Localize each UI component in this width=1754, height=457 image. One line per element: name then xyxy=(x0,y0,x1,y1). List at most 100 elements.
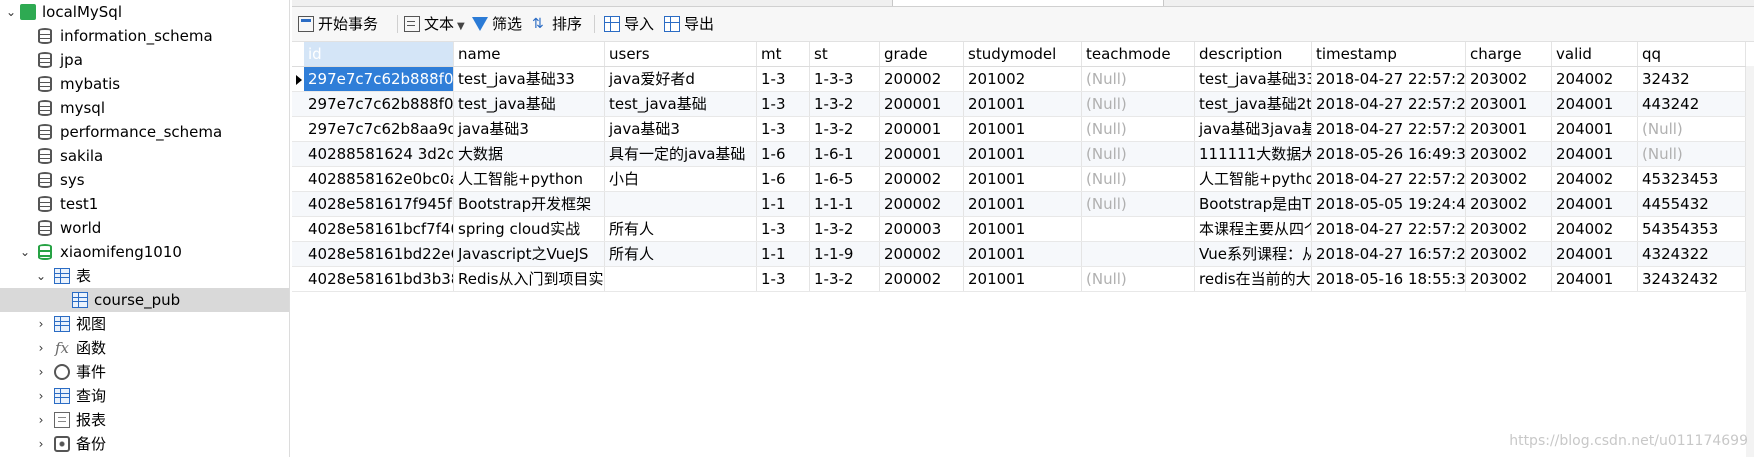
cell-valid[interactable]: 204001 xyxy=(1552,142,1638,166)
table-row[interactable]: 4028858162e0bc0a0 人工智能+python 小白 1-6 1-6-5 20… xyxy=(292,167,1746,192)
cell-st[interactable]: 1-1-9 xyxy=(810,242,880,266)
cell-studymodel[interactable]: 201001 xyxy=(964,167,1082,191)
cell-users[interactable]: 小白 xyxy=(605,167,757,191)
column-header-charge[interactable]: charge xyxy=(1466,42,1552,66)
chevron-right-icon[interactable]: › xyxy=(34,432,48,456)
cell-name[interactable]: java基础3 xyxy=(454,117,605,141)
database-node[interactable]: jpa xyxy=(0,48,289,72)
cell-teachmode[interactable]: (Null) xyxy=(1082,67,1195,91)
group-node[interactable]: › fx 函数 xyxy=(0,336,289,360)
database-node-open[interactable]: ⌄ xiaomifeng1010 xyxy=(0,240,289,264)
cell-description[interactable]: redis在当前的大 xyxy=(1195,267,1312,291)
cell-valid[interactable]: 204001 xyxy=(1552,92,1638,116)
cell-users[interactable] xyxy=(605,267,757,291)
cell-description[interactable]: 111111大数据大 xyxy=(1195,142,1312,166)
cell-charge[interactable]: 203002 xyxy=(1466,242,1552,266)
cell-teachmode[interactable]: (Null) xyxy=(1082,117,1195,141)
cell-studymodel[interactable]: 201001 xyxy=(964,117,1082,141)
active-tab-edge[interactable] xyxy=(892,0,1164,6)
cell-qq[interactable]: 32432432 xyxy=(1638,267,1746,291)
cell-users[interactable]: java基础3 xyxy=(605,117,757,141)
column-header-valid[interactable]: valid xyxy=(1552,42,1638,66)
cell-studymodel[interactable]: 201002 xyxy=(964,67,1082,91)
cell-name[interactable]: spring cloud实战 xyxy=(454,217,605,241)
database-node[interactable]: mybatis xyxy=(0,72,289,96)
cell-grade[interactable]: 200001 xyxy=(880,142,964,166)
cell-timestamp[interactable]: 2018-05-05 19:24:41 xyxy=(1312,192,1466,216)
cell-charge[interactable]: 203002 xyxy=(1466,217,1552,241)
column-header-timestamp[interactable]: timestamp xyxy=(1312,42,1466,66)
cell-description[interactable]: java基础3java基 xyxy=(1195,117,1312,141)
cell-qq[interactable]: 32432 xyxy=(1638,67,1746,91)
cell-teachmode[interactable] xyxy=(1082,242,1195,266)
cell-st[interactable]: 1-3-2 xyxy=(810,267,880,291)
cell-valid[interactable]: 204002 xyxy=(1552,167,1638,191)
cell-qq[interactable]: 443242 xyxy=(1638,92,1746,116)
cell-description[interactable]: Bootstrap是由T xyxy=(1195,192,1312,216)
column-header-description[interactable]: description xyxy=(1195,42,1312,66)
cell-charge[interactable]: 203002 xyxy=(1466,67,1552,91)
table-row[interactable]: 297e7c7c62b888f00 test_java基础33 java爱好者d 1-… xyxy=(292,67,1746,92)
cell-users[interactable]: java爱好者d xyxy=(605,67,757,91)
chevron-right-icon[interactable]: › xyxy=(34,312,48,336)
cell-timestamp[interactable]: 2018-04-27 16:57:24 xyxy=(1312,242,1466,266)
cell-teachmode[interactable]: (Null) xyxy=(1082,167,1195,191)
cell-id[interactable]: 4028858162e0bc0a0 xyxy=(304,167,454,191)
cell-mt[interactable]: 1-1 xyxy=(757,192,810,216)
cell-studymodel[interactable]: 201001 xyxy=(964,217,1082,241)
table-row[interactable]: 4028e58161bd22e60 Javascript之VueJS 所有人 1-1 1… xyxy=(292,242,1746,267)
cell-teachmode[interactable]: (Null) xyxy=(1082,92,1195,116)
cell-charge[interactable]: 203002 xyxy=(1466,192,1552,216)
cell-valid[interactable]: 204002 xyxy=(1552,67,1638,91)
cell-studymodel[interactable]: 201001 xyxy=(964,192,1082,216)
cell-grade[interactable]: 200002 xyxy=(880,167,964,191)
cell-timestamp[interactable]: 2018-04-27 22:57:24 xyxy=(1312,117,1466,141)
cell-timestamp[interactable]: 2018-04-27 22:57:24 xyxy=(1312,67,1466,91)
database-node[interactable]: world xyxy=(0,216,289,240)
cell-valid[interactable]: 204001 xyxy=(1552,192,1638,216)
cell-st[interactable]: 1-6-1 xyxy=(810,142,880,166)
column-header-name[interactable]: name xyxy=(454,42,605,66)
table-item-course-pub[interactable]: course_pub xyxy=(0,288,289,312)
cell-grade[interactable]: 200001 xyxy=(880,92,964,116)
cell-st[interactable]: 1-3-3 xyxy=(810,67,880,91)
cell-qq[interactable]: (Null) xyxy=(1638,142,1746,166)
cell-description[interactable]: 人工智能+pytho xyxy=(1195,167,1312,191)
table-row[interactable]: 40288581624 3d2dd 大数据 具有一定的java基础 1-6 1-6-1 2… xyxy=(292,142,1746,167)
chevron-right-icon[interactable]: › xyxy=(34,336,48,360)
cell-id[interactable]: 4028e58161bd22e60 xyxy=(304,242,454,266)
column-header-qq[interactable]: qq xyxy=(1638,42,1746,66)
database-node[interactable]: sakila xyxy=(0,144,289,168)
cell-mt[interactable]: 1-1 xyxy=(757,242,810,266)
cell-description[interactable]: test_java基础2te xyxy=(1195,92,1312,116)
chevron-down-icon[interactable]: ⌄ xyxy=(34,264,48,288)
cell-grade[interactable]: 200002 xyxy=(880,192,964,216)
cell-grade[interactable]: 200003 xyxy=(880,217,964,241)
cell-name[interactable]: test_java基础33 xyxy=(454,67,605,91)
cell-mt[interactable]: 1-3 xyxy=(757,67,810,91)
cell-id[interactable]: 4028e58161bcf7f40 xyxy=(304,217,454,241)
table-row[interactable]: 4028e58161bcf7f40 spring cloud实战 所有人 1-3 1-3… xyxy=(292,217,1746,242)
cell-id[interactable]: 297e7c7c62b8aa9d0 xyxy=(304,117,454,141)
cell-grade[interactable]: 200001 xyxy=(880,117,964,141)
cell-charge[interactable]: 203002 xyxy=(1466,167,1552,191)
column-header-users[interactable]: users xyxy=(605,42,757,66)
cell-description[interactable]: test_java基础33 xyxy=(1195,67,1312,91)
cell-qq[interactable]: 54354353 xyxy=(1638,217,1746,241)
cell-description[interactable]: 本课程主要从四个 xyxy=(1195,217,1312,241)
cell-timestamp[interactable]: 2018-04-27 22:57:24 xyxy=(1312,92,1466,116)
cell-mt[interactable]: 1-3 xyxy=(757,117,810,141)
chevron-down-icon[interactable]: ⌄ xyxy=(18,240,32,264)
cell-name[interactable]: 人工智能+python xyxy=(454,167,605,191)
cell-charge[interactable]: 203002 xyxy=(1466,142,1552,166)
table-row[interactable]: 297e7c7c62b8aa9d0 java基础3 java基础3 1-3 1-3-2 2… xyxy=(292,117,1746,142)
database-node[interactable]: sys xyxy=(0,168,289,192)
cell-studymodel[interactable]: 201001 xyxy=(964,242,1082,266)
cell-qq[interactable]: (Null) xyxy=(1638,117,1746,141)
cell-timestamp[interactable]: 2018-04-27 22:57:24 xyxy=(1312,217,1466,241)
group-node[interactable]: › 报表 xyxy=(0,408,289,432)
cell-studymodel[interactable]: 201001 xyxy=(964,267,1082,291)
column-header-teachmode[interactable]: teachmode xyxy=(1082,42,1195,66)
cell-valid[interactable]: 204001 xyxy=(1552,267,1638,291)
cell-timestamp[interactable]: 2018-05-16 18:55:36 xyxy=(1312,267,1466,291)
